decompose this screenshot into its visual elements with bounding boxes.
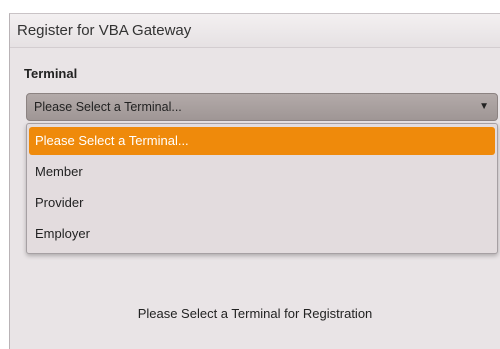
caret-down-icon: ▼ <box>479 101 489 112</box>
option-employer[interactable]: Employer <box>29 220 495 248</box>
terminal-label: Terminal <box>24 66 78 81</box>
option-please-select[interactable]: Please Select a Terminal... <box>29 127 495 155</box>
option-provider[interactable]: Provider <box>29 189 495 217</box>
register-dialog: Register for VBA Gateway Terminal Please… <box>9 13 500 349</box>
registration-message: Please Select a Terminal for Registratio… <box>137 306 373 321</box>
terminal-options-list: Please Select a Terminal... Member Provi… <box>26 123 498 254</box>
dialog-titlebar: Register for VBA Gateway <box>10 14 500 48</box>
option-member[interactable]: Member <box>29 158 495 186</box>
dialog-title: Register for VBA Gateway <box>17 22 192 39</box>
terminal-select-value: Please Select a Terminal... <box>34 100 182 114</box>
terminal-select[interactable]: Please Select a Terminal... ▼ <box>26 93 498 121</box>
